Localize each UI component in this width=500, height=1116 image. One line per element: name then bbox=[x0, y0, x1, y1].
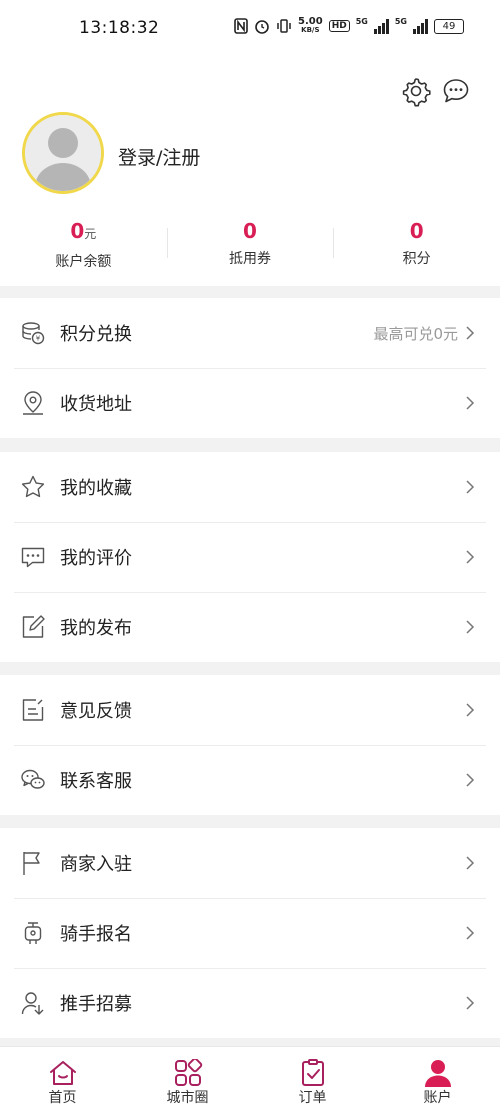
tab-orders[interactable]: 订单 bbox=[250, 1047, 375, 1116]
tab-label: 城市圈 bbox=[166, 1090, 209, 1106]
star-icon bbox=[21, 475, 45, 498]
location-pin-icon bbox=[23, 391, 43, 415]
avatar[interactable] bbox=[22, 112, 104, 194]
menu-item-shipping-address[interactable]: 收货地址 bbox=[0, 368, 500, 438]
stat-coupons-label: 抵用券 bbox=[229, 251, 271, 267]
menu-item-posts[interactable]: 我的发布 bbox=[0, 592, 500, 662]
stat-balance-unit: 元 bbox=[84, 227, 97, 241]
menu-label: 商家入驻 bbox=[60, 854, 132, 875]
account-stats: 0元 账户余额 0 抵用券 0 积分 bbox=[0, 218, 500, 278]
user-filled-icon bbox=[424, 1060, 451, 1087]
signal-icon bbox=[373, 18, 389, 34]
menu-label: 我的评价 bbox=[60, 548, 132, 569]
battery-icon: 49 bbox=[434, 18, 464, 34]
status-icons: 5.00 KB/S HD 5G 5G 49 bbox=[234, 17, 464, 35]
menu-item-promoter-recruit[interactable]: 推手招募 bbox=[0, 968, 500, 1038]
tab-home[interactable]: 首页 bbox=[0, 1047, 125, 1116]
menu-item-reviews[interactable]: 我的评价 bbox=[0, 522, 500, 592]
menu-label: 意见反馈 bbox=[60, 701, 132, 722]
stat-points-value: 0 bbox=[409, 219, 424, 243]
menu-group-points: ¥ 积分兑换 最高可兑0元 收货地址 bbox=[0, 298, 500, 438]
menu-item-points-exchange[interactable]: ¥ 积分兑换 最高可兑0元 bbox=[0, 298, 500, 368]
wechat-icon bbox=[21, 769, 45, 789]
stat-balance-value: 0 bbox=[70, 219, 85, 243]
menu-item-customer-service[interactable]: 联系客服 bbox=[0, 745, 500, 815]
clipboard-check-icon bbox=[301, 1059, 324, 1086]
menu-label: 我的收藏 bbox=[60, 478, 132, 499]
message-bubble-icon[interactable] bbox=[440, 75, 472, 107]
menu-label: 收货地址 bbox=[60, 394, 132, 415]
profile-header: 登录/注册 0元 账户余额 0 抵用券 0 积分 bbox=[0, 58, 500, 286]
hd-badge: HD bbox=[328, 20, 350, 32]
stat-points-label: 积分 bbox=[402, 251, 431, 267]
menu-group-mine: 我的收藏 我的评价 我的发布 bbox=[0, 452, 500, 662]
chevron-right-icon bbox=[466, 326, 475, 340]
tab-label: 首页 bbox=[48, 1090, 77, 1106]
network-type-2: 5G bbox=[394, 17, 407, 26]
menu-label: 我的发布 bbox=[60, 618, 132, 639]
user-add-icon bbox=[21, 992, 44, 1015]
coins-icon: ¥ bbox=[22, 322, 45, 345]
stat-coupons[interactable]: 0 抵用券 bbox=[166, 218, 334, 278]
chevron-right-icon bbox=[466, 856, 475, 870]
menu-label: 推手招募 bbox=[60, 994, 132, 1015]
stat-balance[interactable]: 0元 账户余额 bbox=[0, 218, 167, 278]
chevron-right-icon bbox=[466, 996, 475, 1010]
scooter-icon bbox=[24, 922, 42, 944]
apps-grid-icon bbox=[174, 1059, 202, 1086]
default-avatar-icon bbox=[25, 115, 101, 191]
menu-item-favorites[interactable]: 我的收藏 bbox=[0, 452, 500, 522]
tab-account[interactable]: 账户 bbox=[375, 1047, 500, 1116]
chevron-right-icon bbox=[466, 480, 475, 494]
chevron-right-icon bbox=[466, 773, 475, 787]
nfc-icon bbox=[234, 18, 248, 34]
menu-label: 骑手报名 bbox=[60, 924, 132, 945]
tab-label: 账户 bbox=[423, 1090, 452, 1106]
home-icon bbox=[49, 1061, 76, 1085]
menu-group-support: 意见反馈 联系客服 bbox=[0, 675, 500, 815]
menu-label: 联系客服 bbox=[60, 771, 132, 792]
menu-item-merchant-join[interactable]: 商家入驻 bbox=[0, 828, 500, 898]
status-bar: 13:18:32 5.00 KB/S HD 5G 5G 49 bbox=[0, 0, 500, 58]
login-register-link[interactable]: 登录/注册 bbox=[118, 143, 200, 170]
vibrate-icon bbox=[277, 19, 291, 33]
edit-note-icon bbox=[22, 615, 45, 638]
chevron-right-icon bbox=[466, 396, 475, 410]
menu-item-rider-signup[interactable]: 骑手报名 bbox=[0, 898, 500, 968]
stat-points[interactable]: 0 积分 bbox=[333, 218, 500, 278]
max-exchange-note: 最高可兑0元 bbox=[373, 324, 458, 343]
alarm-icon bbox=[255, 20, 269, 34]
network-speed: 5.00 KB/S bbox=[298, 16, 323, 35]
settings-gear-icon[interactable] bbox=[400, 75, 432, 107]
comment-icon bbox=[21, 547, 45, 568]
bottom-tab-bar: 首页 城市圈 订单 账户 bbox=[0, 1046, 500, 1116]
feedback-icon bbox=[22, 699, 44, 721]
tab-label: 订单 bbox=[298, 1090, 327, 1106]
flag-icon bbox=[23, 852, 40, 875]
menu-item-feedback[interactable]: 意见反馈 bbox=[0, 675, 500, 745]
signal-icon-2 bbox=[413, 18, 428, 34]
network-type-1: 5G bbox=[355, 17, 368, 26]
tab-city-circle[interactable]: 城市圈 bbox=[125, 1047, 250, 1116]
chevron-right-icon bbox=[466, 620, 475, 634]
status-time: 13:18:32 bbox=[79, 18, 160, 38]
chevron-right-icon bbox=[466, 926, 475, 940]
stat-balance-label: 账户余额 bbox=[55, 254, 112, 270]
menu-label: 积分兑换 bbox=[60, 324, 132, 345]
stat-coupons-value: 0 bbox=[243, 219, 257, 243]
svg-text:¥: ¥ bbox=[36, 335, 41, 343]
chevron-right-icon bbox=[466, 703, 475, 717]
menu-group-join: 商家入驻 骑手报名 推手招募 bbox=[0, 828, 500, 1038]
chevron-right-icon bbox=[466, 550, 475, 564]
